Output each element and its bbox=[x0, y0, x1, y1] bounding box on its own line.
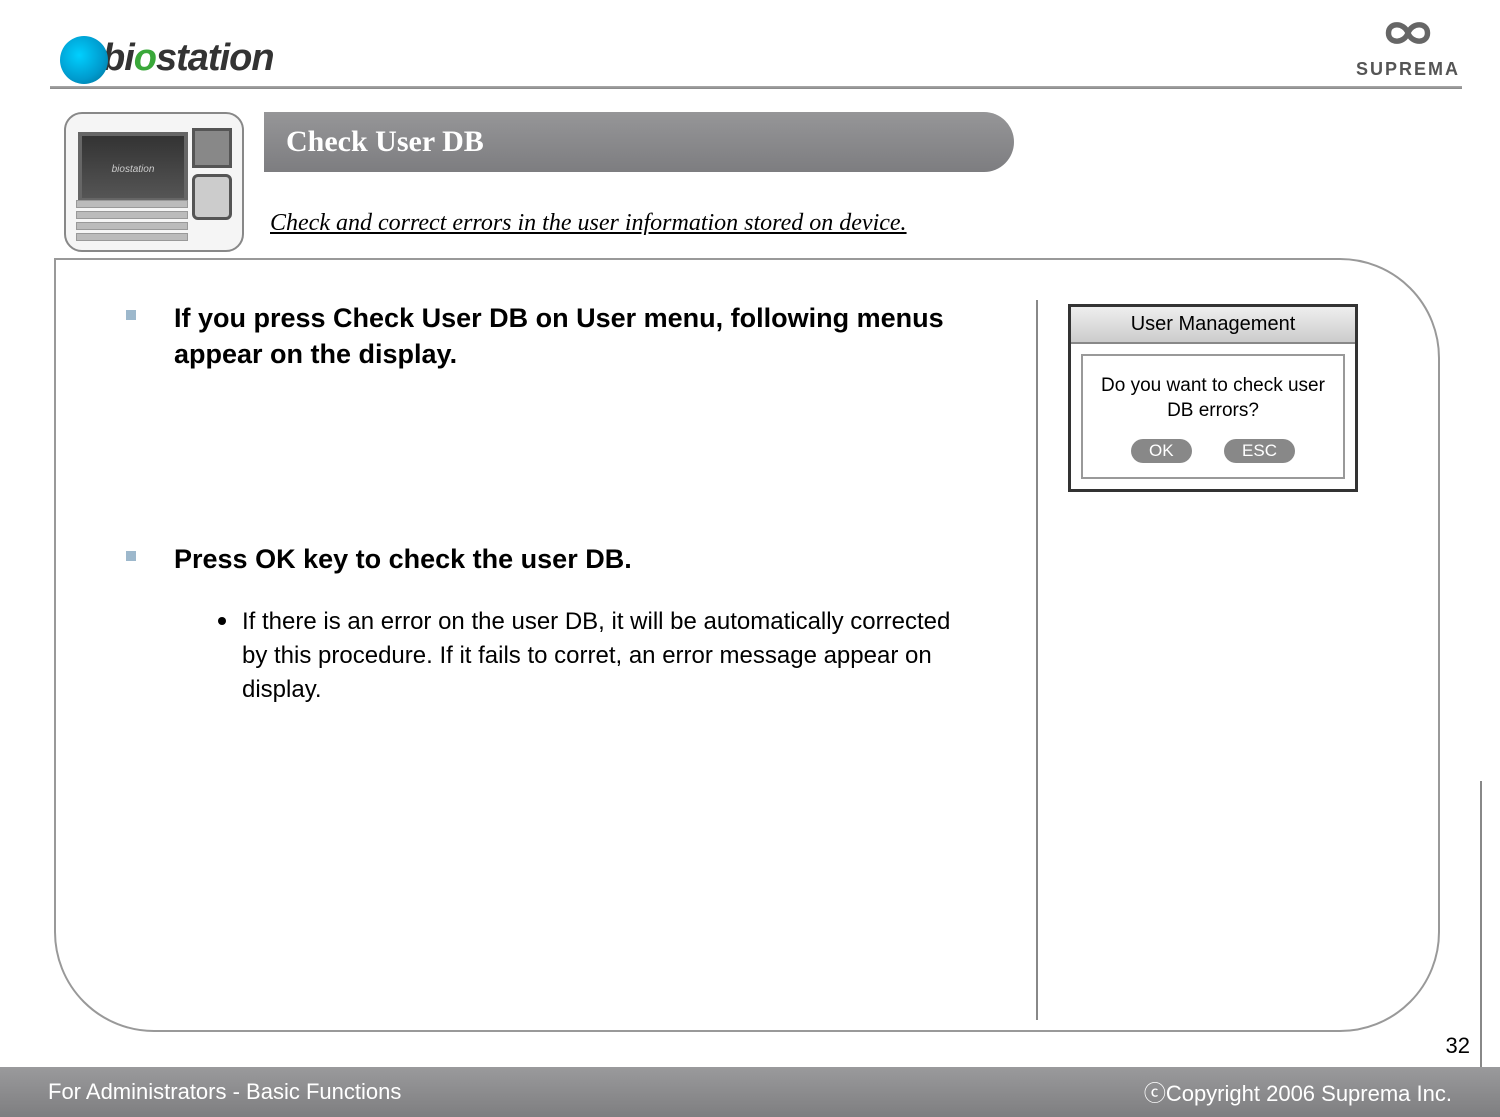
content-box: If you press Check User DB on User menu,… bbox=[54, 258, 1440, 1032]
right-column: User Management Do you want to check use… bbox=[1068, 300, 1388, 990]
logo-part3: station bbox=[156, 37, 274, 79]
header: biostation SUPREMA bbox=[0, 0, 1500, 80]
bullet-2-text: Press OK key to check the user DB. bbox=[174, 541, 632, 577]
bullet-2: Press OK key to check the user DB. bbox=[126, 541, 966, 577]
suprema-logo: SUPREMA bbox=[1356, 14, 1460, 80]
ok-button[interactable]: OK bbox=[1131, 439, 1192, 463]
footer-right: ⓒCopyright 2006 Suprema Inc. bbox=[1144, 1076, 1452, 1108]
swirl-icon bbox=[60, 36, 108, 84]
footer-left: For Administrators - Basic Functions bbox=[48, 1079, 401, 1105]
page-title: Check User DB bbox=[264, 112, 1014, 172]
title-text: Check User DB bbox=[286, 125, 484, 159]
dialog-title: User Management bbox=[1071, 307, 1355, 344]
square-bullet-icon bbox=[126, 551, 136, 561]
fingerprint-icon bbox=[192, 174, 232, 220]
footer: For Administrators - Basic Functions ⓒCo… bbox=[0, 1067, 1500, 1117]
infinity-icon bbox=[1369, 14, 1447, 52]
subtitle: Check and correct errors in the user inf… bbox=[270, 210, 907, 237]
logo-part-green: o bbox=[134, 37, 156, 79]
page-number: 32 bbox=[1446, 1033, 1470, 1059]
biostation-logo: biostation bbox=[60, 36, 274, 80]
esc-button[interactable]: ESC bbox=[1224, 439, 1295, 463]
sensor-icon bbox=[192, 128, 232, 168]
device-thumb-label: biostation bbox=[82, 164, 184, 175]
sub-bullet-2-1-text: If there is an error on the user DB, it … bbox=[242, 605, 966, 706]
square-bullet-icon bbox=[126, 310, 136, 320]
left-column: If you press Check User DB on User menu,… bbox=[126, 300, 1006, 990]
dot-bullet-icon bbox=[218, 617, 226, 625]
user-management-dialog: User Management Do you want to check use… bbox=[1068, 304, 1358, 492]
dialog-message: Do you want to check user DB errors? bbox=[1091, 374, 1335, 423]
bullet-1: If you press Check User DB on User menu,… bbox=[126, 300, 966, 373]
sub-bullet-2-1: If there is an error on the user DB, it … bbox=[218, 605, 966, 706]
page-number-divider bbox=[1480, 781, 1482, 1067]
bullet-1-text: If you press Check User DB on User menu,… bbox=[174, 300, 966, 373]
suprema-text: SUPREMA bbox=[1356, 59, 1460, 80]
device-thumbnail: biostation bbox=[64, 112, 244, 252]
header-divider bbox=[50, 86, 1462, 89]
biostation-wordmark: biostation bbox=[102, 37, 274, 80]
vertical-divider bbox=[1036, 300, 1038, 1020]
